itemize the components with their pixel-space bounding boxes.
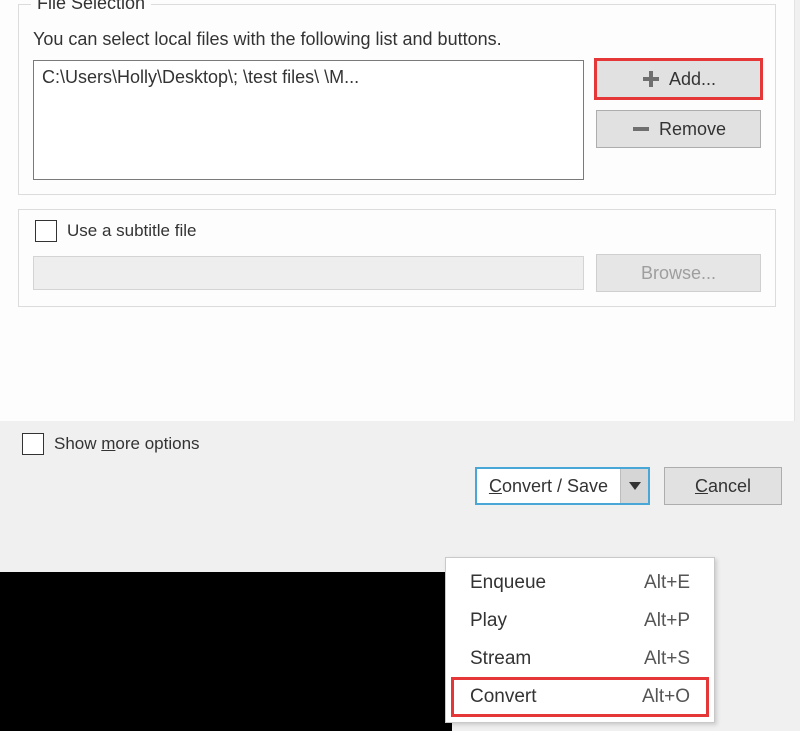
show-more-checkbox[interactable]	[22, 433, 44, 455]
menu-item-label: Enqueue	[470, 572, 546, 594]
subtitle-checkbox[interactable]	[35, 220, 57, 242]
menu-item-stream[interactable]: Stream Alt+S	[452, 640, 708, 678]
cancel-button[interactable]: Cancel	[664, 467, 782, 505]
remove-button-label: Remove	[659, 119, 726, 140]
menu-item-shortcut: Alt+P	[644, 610, 690, 632]
menu-item-label: Stream	[470, 648, 531, 670]
menu-item-shortcut: Alt+E	[644, 572, 690, 594]
convert-save-label: Convert / Save	[489, 476, 608, 497]
menu-item-play[interactable]: Play Alt+P	[452, 602, 708, 640]
file-selection-legend: File Selection	[31, 0, 151, 14]
convert-save-button[interactable]: Convert / Save	[475, 467, 650, 505]
plus-icon	[641, 69, 661, 89]
menu-item-label: Convert	[470, 686, 537, 708]
subtitle-group: Use a subtitle file Browse...	[18, 209, 776, 307]
background-strip	[0, 572, 452, 731]
menu-item-convert[interactable]: Convert Alt+O	[452, 678, 708, 716]
subtitle-path-input	[33, 256, 584, 290]
convert-save-menu: Enqueue Alt+E Play Alt+P Stream Alt+S Convert A…	[445, 557, 715, 723]
menu-item-enqueue[interactable]: Enqueue Alt+E	[452, 564, 708, 602]
subtitle-checkbox-label: Use a subtitle file	[67, 221, 196, 241]
browse-button-label: Browse...	[641, 263, 716, 284]
menu-item-label: Play	[470, 610, 507, 632]
add-button-label: Add...	[669, 69, 716, 90]
menu-item-shortcut: Alt+S	[644, 648, 690, 670]
show-more-label: Show more options	[54, 434, 200, 454]
add-button[interactable]: Add...	[596, 60, 761, 98]
file-selection-group: File Selection You can select local file…	[18, 4, 776, 195]
menu-item-shortcut: Alt+O	[642, 686, 690, 708]
file-selection-hint: You can select local files with the foll…	[33, 29, 761, 50]
minus-icon	[631, 119, 651, 139]
chevron-down-icon	[629, 482, 641, 490]
remove-button[interactable]: Remove	[596, 110, 761, 148]
dialog-footer: Show more options Convert / Save Cancel	[0, 421, 800, 517]
convert-save-dropdown-toggle[interactable]	[620, 469, 648, 503]
cancel-button-label: Cancel	[695, 476, 751, 497]
browse-button: Browse...	[596, 254, 761, 292]
file-list[interactable]: C:\Users\Holly\Desktop\; \test files\ \M…	[33, 60, 584, 180]
file-list-item[interactable]: C:\Users\Holly\Desktop\; \test files\ \M…	[42, 67, 575, 88]
